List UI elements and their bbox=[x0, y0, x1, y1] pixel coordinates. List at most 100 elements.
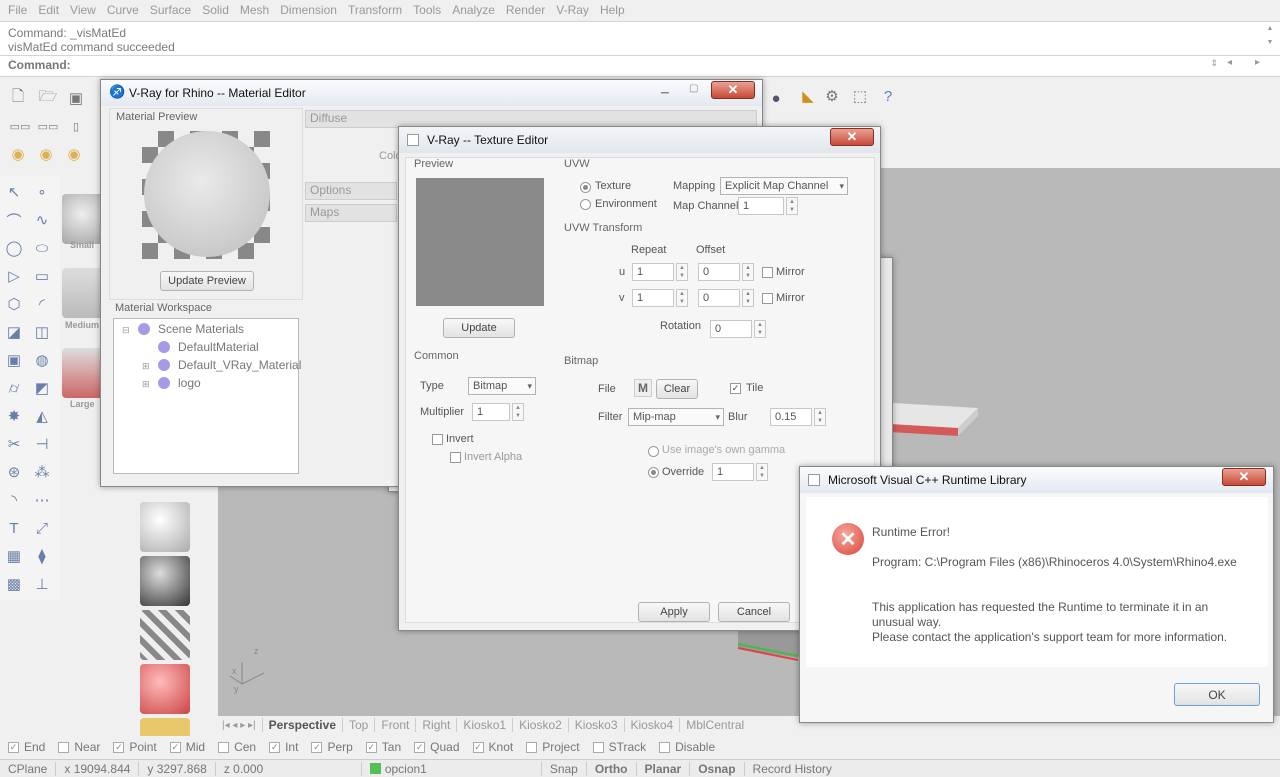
polygon-icon[interactable]: ▷ bbox=[4, 266, 24, 286]
sphere-icon[interactable]: ◍ bbox=[32, 350, 52, 370]
osnap-checkbox[interactable] bbox=[526, 741, 538, 753]
tab-kiosko4[interactable]: Kiosko4 bbox=[623, 718, 680, 732]
osnap-knot[interactable]: ✓ Knot bbox=[472, 740, 513, 754]
point-icon[interactable]: ∘ bbox=[32, 182, 52, 202]
status-ortho[interactable]: Ortho bbox=[587, 761, 637, 776]
update-button[interactable]: Update bbox=[443, 318, 515, 338]
osnap-end[interactable]: ✓ End bbox=[8, 740, 45, 754]
u-offset-input[interactable]: 0 bbox=[698, 263, 740, 281]
material-editor-close-button[interactable]: ✕ bbox=[711, 81, 755, 99]
texture-editor-titlebar[interactable]: V-Ray -- Texture Editor bbox=[399, 127, 880, 153]
circle-icon[interactable]: ◯ bbox=[4, 238, 24, 258]
tile-checkbox[interactable]: ✓ bbox=[730, 383, 741, 394]
panel-icon[interactable]: ▯ bbox=[66, 116, 86, 136]
ok-button[interactable]: OK bbox=[1174, 683, 1260, 706]
osnap-checkbox[interactable] bbox=[659, 741, 671, 753]
sphere-glass-thumb[interactable] bbox=[140, 610, 190, 660]
box-icon[interactable]: ▣ bbox=[4, 350, 24, 370]
extrude-icon[interactable]: ◩ bbox=[32, 378, 52, 398]
status-osnap[interactable]: Osnap bbox=[690, 761, 745, 776]
osnap-disable[interactable]: Disable bbox=[659, 740, 715, 754]
osnap-checkbox[interactable] bbox=[58, 741, 70, 753]
own-gamma-radio[interactable] bbox=[648, 446, 659, 457]
v-repeat-spinner[interactable]: ▲ ▼ bbox=[676, 289, 688, 307]
override-spinner[interactable]: ▲ ▼ bbox=[756, 463, 768, 481]
select-arrow-icon[interactable]: ↖ bbox=[4, 182, 24, 202]
mapping-select[interactable]: Explicit Map Channel bbox=[720, 177, 848, 195]
options-section[interactable]: Options bbox=[305, 182, 397, 200]
osnap-checkbox[interactable]: ✓ bbox=[472, 741, 484, 753]
status-snap[interactable]: Snap bbox=[542, 761, 587, 776]
group-icon[interactable]: ⊛ bbox=[4, 462, 24, 482]
osnap-tan[interactable]: ✓ Tan bbox=[365, 740, 401, 754]
mirror-icon[interactable]: ⧫ bbox=[32, 546, 52, 566]
history-scrollbar[interactable]: ▲ ▼ bbox=[1264, 25, 1276, 55]
ellipse-icon[interactable]: ⬭ bbox=[32, 238, 52, 258]
osnap-checkbox[interactable]: ✓ bbox=[8, 741, 19, 753]
tab-kiosko1[interactable]: Kiosko1 bbox=[456, 718, 512, 732]
apply-button[interactable]: Apply bbox=[638, 602, 710, 622]
dimension-icon[interactable]: ⊥ bbox=[32, 574, 52, 594]
menu-mesh[interactable]: Mesh bbox=[236, 3, 273, 17]
status-planar[interactable]: Planar bbox=[637, 761, 691, 776]
multiplier-input[interactable]: 1 bbox=[472, 403, 510, 421]
menu-edit[interactable]: Edit bbox=[34, 3, 63, 17]
menu-render[interactable]: Render bbox=[502, 3, 549, 17]
osnap-checkbox[interactable]: ✓ bbox=[311, 741, 323, 753]
map-channel-input[interactable]: 1 bbox=[738, 197, 784, 215]
status-layer[interactable]: opcion1 bbox=[362, 761, 542, 776]
sphere-gold-thumb[interactable] bbox=[140, 718, 190, 738]
surface-icon[interactable]: ◪ bbox=[4, 322, 24, 342]
curve-icon[interactable]: ∿ bbox=[32, 210, 52, 230]
osnap-checkbox[interactable]: ✓ bbox=[414, 741, 426, 753]
array-icon[interactable]: ⁂ bbox=[32, 462, 52, 482]
v-mirror-checkbox[interactable] bbox=[762, 293, 773, 304]
offset-icon[interactable]: ⋯ bbox=[32, 490, 52, 510]
text-icon[interactable]: T bbox=[4, 518, 24, 538]
trim-icon[interactable]: ✂ bbox=[4, 434, 24, 454]
texture-editor-close-button[interactable]: ✕ bbox=[830, 128, 874, 146]
status-record-history[interactable]: Record History bbox=[745, 762, 840, 776]
osnap-quad[interactable]: ✓ Quad bbox=[414, 740, 460, 754]
blur-spinner[interactable]: ▲ ▼ bbox=[814, 408, 826, 426]
osnap-checkbox[interactable]: ✓ bbox=[269, 741, 281, 753]
menu-dimension[interactable]: Dimension bbox=[276, 3, 341, 17]
multiplier-spinner[interactable]: ▲ ▼ bbox=[512, 403, 524, 421]
explode-icon[interactable]: ✸ bbox=[4, 406, 24, 426]
boolean-icon[interactable]: ◭ bbox=[32, 406, 52, 426]
vray-material-icon[interactable]: ◉ bbox=[36, 144, 56, 164]
menu-curve[interactable]: Curve bbox=[103, 3, 143, 17]
vray-render-icon[interactable]: ◉ bbox=[64, 144, 84, 164]
environment-radio[interactable] bbox=[580, 199, 591, 210]
u-mirror-checkbox[interactable] bbox=[762, 267, 773, 278]
fillet-icon[interactable]: ◝ bbox=[4, 490, 24, 510]
osnap-checkbox[interactable]: ✓ bbox=[169, 741, 181, 753]
sphere-white-thumb[interactable] bbox=[140, 502, 190, 552]
maps-section[interactable]: Maps bbox=[305, 204, 397, 222]
v-offset-input[interactable]: 0 bbox=[698, 289, 740, 307]
tree-item-logo[interactable]: logo bbox=[178, 376, 201, 390]
osnap-project[interactable]: Project bbox=[526, 740, 580, 754]
tree-item-default-vray-material[interactable]: Default_VRay_Material bbox=[178, 358, 301, 372]
u-repeat-input[interactable]: 1 bbox=[632, 263, 674, 281]
sphere-red-thumb[interactable] bbox=[140, 664, 190, 714]
maximize-icon[interactable]: ▢ bbox=[689, 83, 703, 97]
osnap-checkbox[interactable]: ✓ bbox=[365, 741, 377, 753]
sphere-chrome-thumb[interactable] bbox=[140, 556, 190, 606]
vray-options-icon[interactable]: ◉ bbox=[8, 144, 28, 164]
tree-root[interactable]: Scene Materials bbox=[158, 322, 244, 336]
m-button[interactable]: M bbox=[634, 379, 652, 397]
minimize-icon[interactable]: ▁ bbox=[661, 83, 675, 97]
osnap-cen[interactable]: Cen bbox=[218, 740, 256, 754]
osnap-near[interactable]: Near bbox=[58, 740, 100, 754]
light-icon[interactable]: ◣ bbox=[798, 86, 818, 106]
tab-right[interactable]: Right bbox=[415, 718, 456, 732]
rotation-input[interactable]: 0 bbox=[710, 320, 752, 338]
scale-icon[interactable]: ⤢ bbox=[32, 518, 52, 538]
invert-alpha-checkbox[interactable] bbox=[450, 452, 461, 463]
cube-render-icon[interactable]: ▩ bbox=[4, 574, 24, 594]
bounding-box-icon[interactable]: ⬚ bbox=[850, 86, 870, 106]
tree-expand-icon[interactable]: ⊞ bbox=[142, 361, 150, 372]
save-icon[interactable]: ▣ bbox=[66, 88, 86, 108]
block-icon[interactable]: ▦ bbox=[4, 546, 24, 566]
